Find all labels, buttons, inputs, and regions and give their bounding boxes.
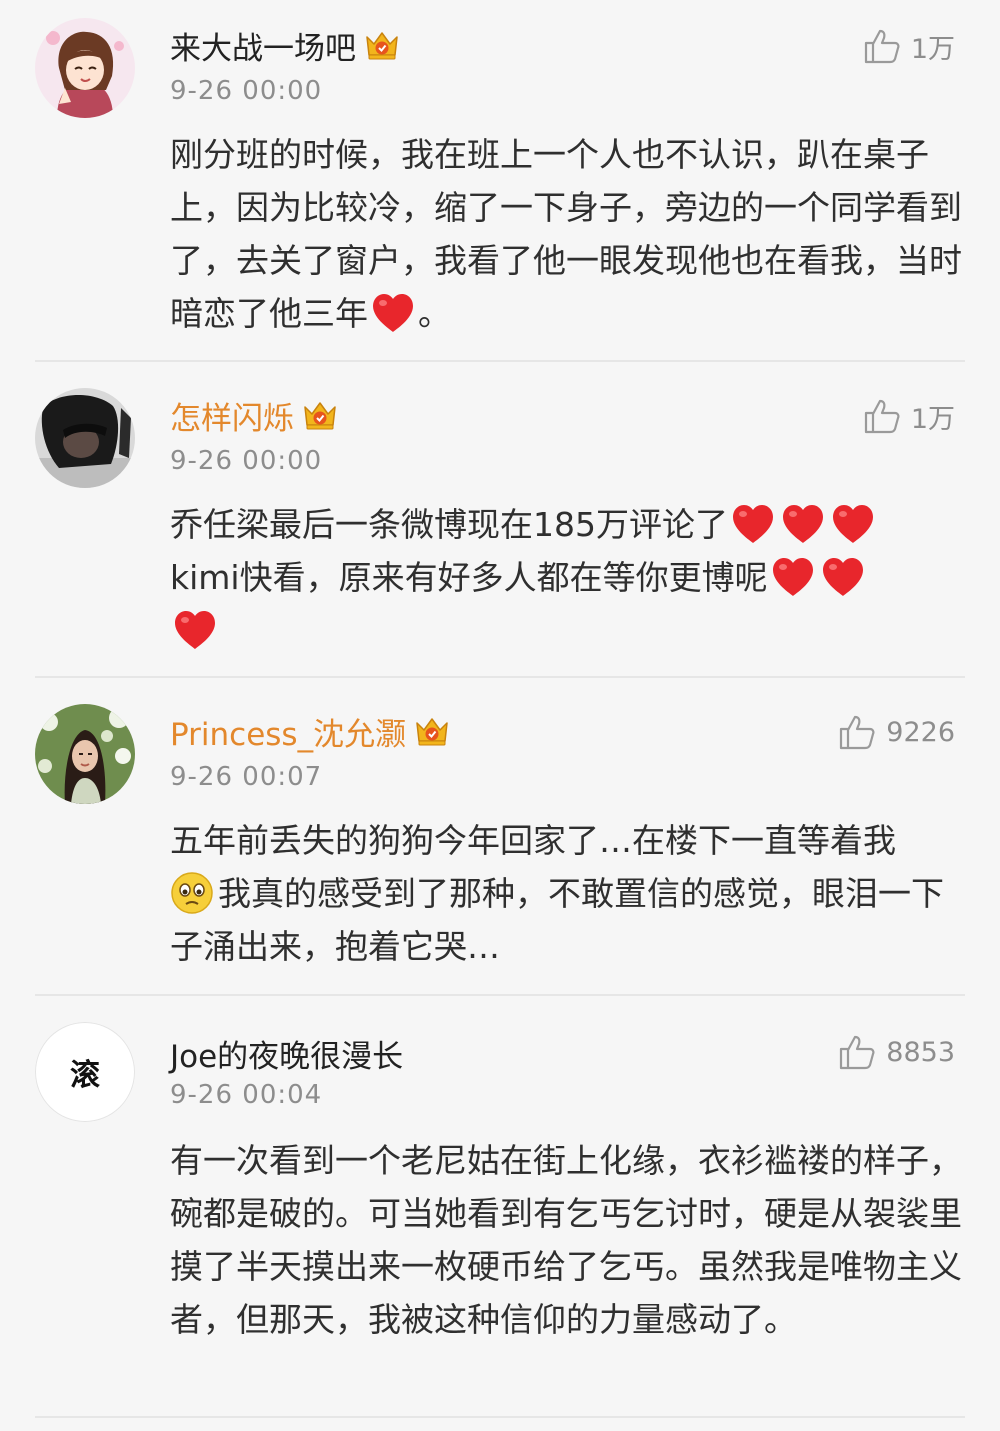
avatar[interactable] <box>35 704 135 804</box>
comment-time: 9-26 00:07 <box>170 762 323 792</box>
divider <box>35 994 965 996</box>
avatar[interactable] <box>35 388 135 488</box>
username[interactable]: Joe的夜晚很漫长 <box>170 1031 403 1076</box>
comment-line-text: 我真的感受到了那种，不敢置信的感觉，眼泪一下子涌出来，抱着它哭… <box>170 874 944 966</box>
username-row: Joe的夜晚很漫长 <box>170 1030 403 1076</box>
comment-list: 来大战一场吧 9-26 00:00 1万 刚分班的时候，我在班上一个人也不认识，… <box>0 0 1000 1431</box>
username[interactable]: 怎样闪烁 <box>170 393 294 438</box>
red-heart-icon <box>730 503 776 545</box>
avatar[interactable]: 滚 <box>35 1022 135 1122</box>
comment-text: 有一次看到一个老尼姑在街上化缘，衣衫褴褛的样子，碗都是破的。可当她看到有乞丐乞讨… <box>170 1141 962 1339</box>
comment-line: 五年前丢失的狗狗今年回家了…在楼下一直等着我 <box>170 821 896 860</box>
like-count: 9226 <box>886 716 955 748</box>
thumbs-up-icon <box>838 1033 876 1071</box>
red-heart-icon <box>830 503 876 545</box>
thumbs-up-icon <box>863 397 901 435</box>
comment-line: 我真的感受到了那种，不敢置信的感觉，眼泪一下子涌出来，抱着它哭… <box>170 867 970 973</box>
like-button[interactable]: 1万 <box>863 24 955 68</box>
comment-text-body: 刚分班的时候，我在班上一个人也不认识，趴在桌子上，因为比较冷，缩了一下身子，旁边… <box>170 135 962 333</box>
comment-line-text: 乔任梁最后一条微博现在185万评论了 <box>170 505 728 544</box>
divider <box>35 1416 965 1418</box>
comment-line: 乔任梁最后一条微博现在185万评论了 <box>170 498 970 551</box>
username[interactable]: 来大战一场吧 <box>170 23 356 68</box>
text-avatar: 滚 <box>35 1022 135 1122</box>
like-button[interactable]: 9226 <box>838 710 955 754</box>
teary-face-emoji-icon <box>171 872 213 914</box>
comment-text: 乔任梁最后一条微博现在185万评论了 kimi快看，原来有好多人都在等你更博呢 <box>170 498 970 657</box>
thumbs-up-icon <box>863 27 901 65</box>
vip-crown-icon <box>364 29 400 61</box>
like-count: 1万 <box>910 33 955 65</box>
comment-time: 9-26 00:00 <box>170 446 323 476</box>
username[interactable]: Princess_沈允灏 <box>170 709 406 754</box>
dark-photo-avatar <box>35 388 135 488</box>
red-heart-icon <box>172 609 218 651</box>
red-heart-icon <box>370 292 416 334</box>
red-heart-icon <box>780 503 826 545</box>
comment-line: kimi快看，原来有好多人都在等你更博呢 <box>170 551 970 604</box>
vip-crown-icon <box>414 715 450 747</box>
comment-text-end: 。 <box>418 294 451 333</box>
like-button[interactable]: 8853 <box>838 1030 955 1074</box>
comment-line <box>170 604 970 657</box>
like-count: 1万 <box>910 403 955 435</box>
thumbs-up-icon <box>838 713 876 751</box>
username-row: Princess_沈允灏 <box>170 708 450 754</box>
username-row: 怎样闪烁 <box>170 392 338 438</box>
divider <box>35 676 965 678</box>
anime-girl-avatar <box>35 18 135 118</box>
avatar[interactable] <box>35 18 135 118</box>
girl-flowers-avatar <box>35 704 135 804</box>
red-heart-icon <box>770 556 816 598</box>
comment-line-text: kimi快看，原来有好多人都在等你更博呢 <box>170 558 768 597</box>
comment-text: 五年前丢失的狗狗今年回家了…在楼下一直等着我 我真的感受到了那种，不敢置信的感觉… <box>170 814 970 973</box>
username-row: 来大战一场吧 <box>170 22 400 68</box>
like-button[interactable]: 1万 <box>863 394 955 438</box>
comment-time: 9-26 00:04 <box>170 1080 323 1110</box>
red-heart-icon <box>820 556 866 598</box>
comment-text: 刚分班的时候，我在班上一个人也不认识，趴在桌子上，因为比较冷，缩了一下身子，旁边… <box>170 128 970 340</box>
vip-crown-icon <box>302 399 338 431</box>
divider <box>35 360 965 362</box>
comment-time: 9-26 00:00 <box>170 76 323 106</box>
like-count: 8853 <box>886 1036 955 1068</box>
